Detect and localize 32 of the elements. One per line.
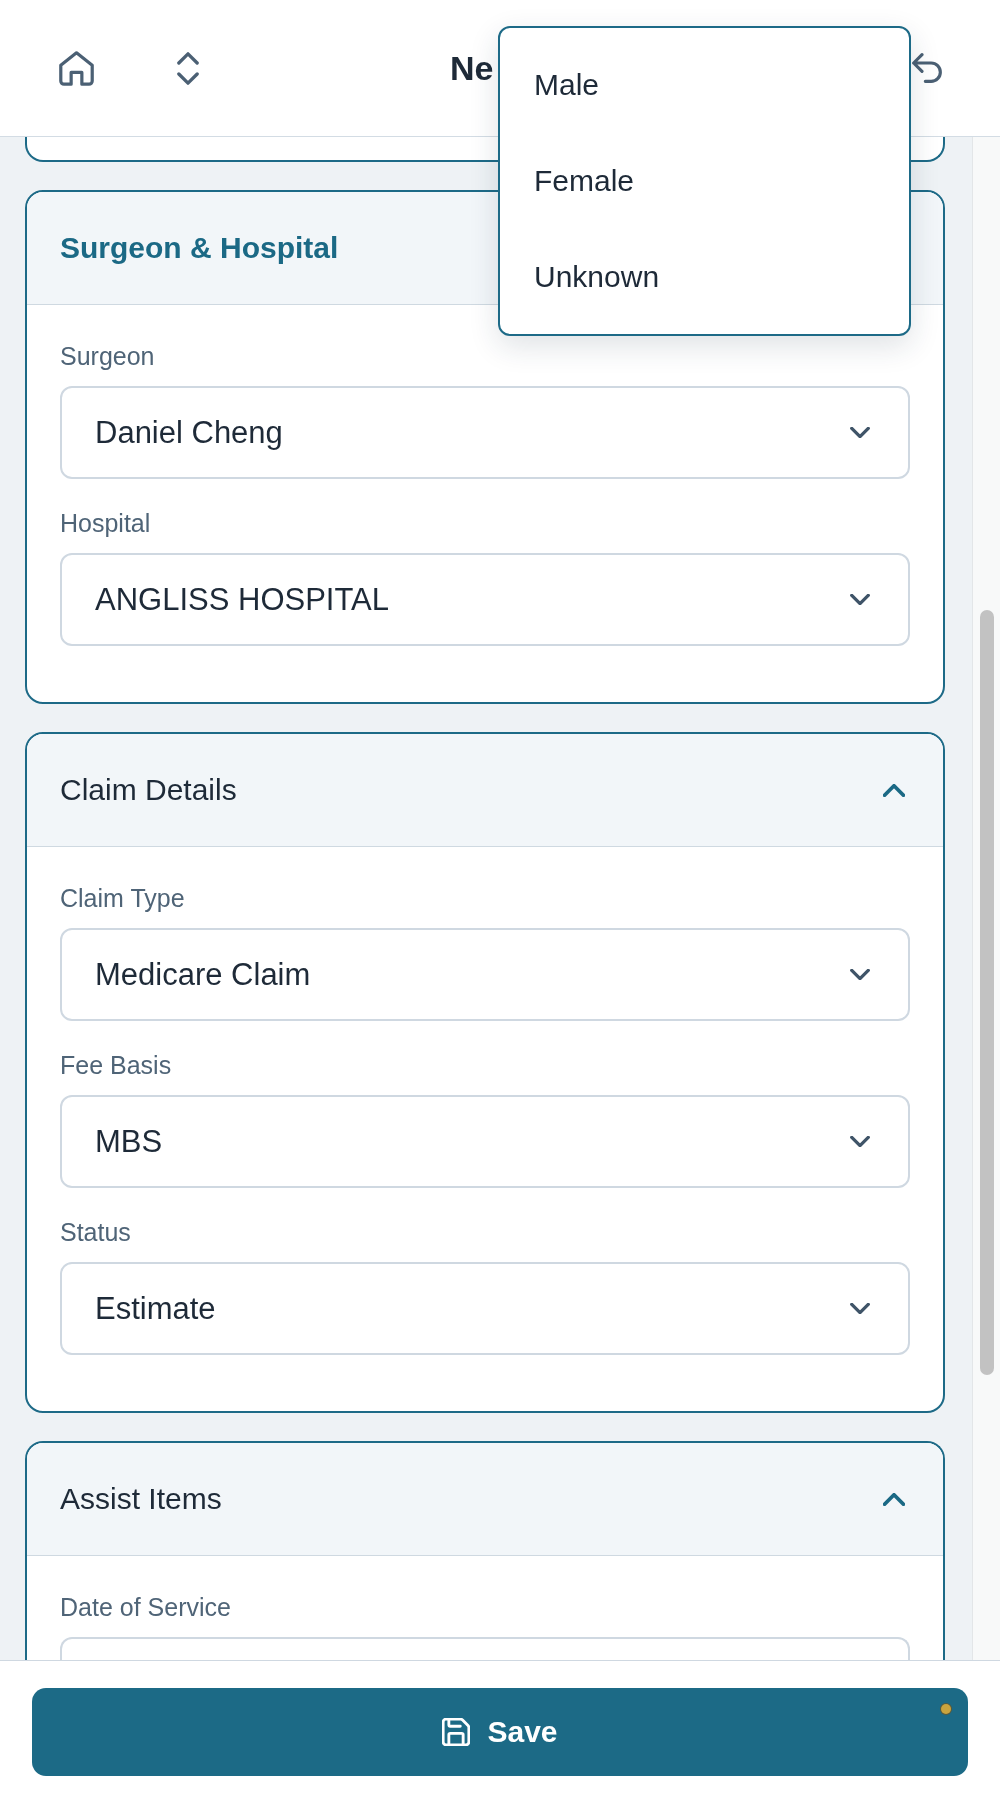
menu-option[interactable]: Male [500, 37, 909, 133]
chevron-down-icon [850, 594, 870, 605]
scrollbar-thumb[interactable] [979, 610, 994, 1375]
select-field[interactable]: Estimate [60, 1262, 910, 1355]
chevron-down-icon [850, 1303, 870, 1314]
date-field[interactable] [60, 1637, 910, 1660]
section-title: Assist Items [60, 1482, 222, 1516]
field-label: Fee Basis [60, 1051, 172, 1079]
chevron-up-icon[interactable] [883, 783, 905, 797]
chevron-up-down-icon[interactable] [177, 51, 199, 85]
field-label: Date of Service [60, 1593, 231, 1621]
field-label: Hospital [60, 509, 151, 537]
chevron-down-icon [850, 1136, 870, 1147]
select-field[interactable]: Medicare Claim [60, 928, 910, 1021]
select-field[interactable]: Daniel Cheng [60, 386, 910, 479]
field-label: Surgeon [60, 342, 155, 370]
chevron-up-icon[interactable] [883, 1492, 905, 1506]
section-header[interactable]: Assist Items [27, 1443, 943, 1556]
page-title: Ne [450, 48, 494, 88]
select-field[interactable]: ANGLISS HOSPITAL [60, 553, 910, 646]
save-button[interactable]: Save [32, 1688, 968, 1776]
select-field[interactable]: MBS [60, 1095, 910, 1188]
save-icon [442, 1718, 471, 1746]
field-label: Claim Type [60, 884, 185, 912]
section-header[interactable]: Claim Details [27, 734, 943, 847]
section-title: Claim Details [60, 773, 237, 807]
chevron-down-icon [850, 427, 870, 438]
undo-icon[interactable] [912, 53, 942, 83]
section-title: Surgeon & Hospital [60, 231, 339, 265]
field-label: Status [60, 1218, 131, 1246]
home-icon[interactable] [59, 50, 94, 86]
chevron-down-icon [850, 969, 870, 980]
